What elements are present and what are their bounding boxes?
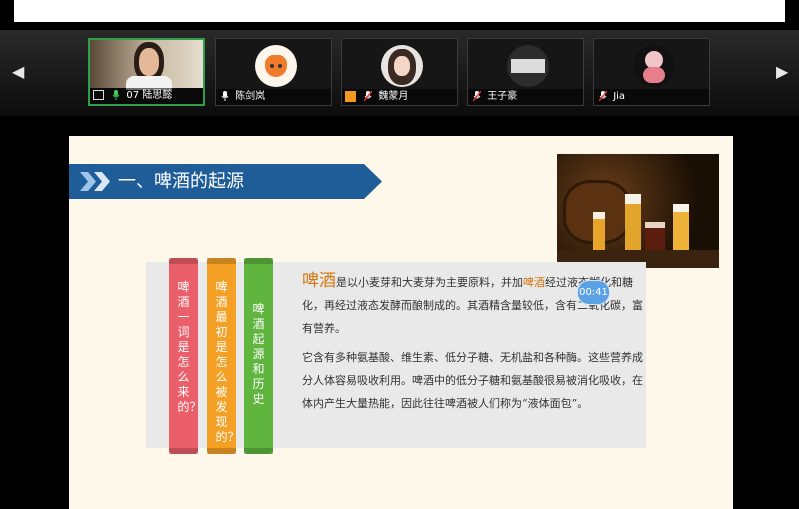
participant-tile[interactable]: 王子豪 [467, 38, 584, 106]
participant-tile[interactable]: Jia [593, 38, 710, 106]
participant-nameplate: 王子豪 [468, 89, 583, 105]
chevron-double-icon [80, 172, 110, 191]
participant-name: 魏蒙月 [378, 91, 409, 102]
screen-icon [93, 90, 104, 100]
profile-avatar [507, 45, 549, 87]
participant-name: 07 陆思懿 [126, 90, 173, 101]
beer-barrel-image [557, 154, 719, 268]
slide-title: 一、啤酒的起源 [118, 171, 244, 192]
participant-tile[interactable]: 陈剑岚 [215, 38, 332, 106]
mic-on-icon [112, 90, 120, 100]
video-feed [90, 40, 203, 90]
participant-name: 陈剑岚 [235, 91, 266, 102]
scroll-right-arrow-icon[interactable]: ▶ [776, 64, 788, 80]
mic-muted-icon [473, 91, 481, 101]
participant-tile[interactable]: 07 陆思懿 [88, 38, 205, 106]
participant-name: 王子豪 [487, 91, 518, 102]
profile-avatar [381, 45, 423, 87]
presentation-slide: 一、啤酒的起源 啤酒一词是怎么来的？ 啤酒最初是怎么被发现的？ 啤酒起源和历史 … [69, 136, 733, 509]
participant-nameplate: 07 陆思懿 [90, 88, 203, 104]
mic-muted-icon [364, 91, 373, 101]
tab-history[interactable]: 啤酒起源和历史 [244, 258, 273, 454]
participant-tile[interactable]: 魏蒙月 [341, 38, 458, 106]
paragraph-2: 它含有多种氨基酸、维生素、低分子糖、无机盐和各种酶。这些营养成分人体容易吸收利用… [302, 351, 643, 410]
participant-nameplate: 陈剑岚 [216, 89, 331, 105]
participant-name: Jia [613, 91, 626, 102]
profile-avatar [633, 45, 675, 87]
fox-avatar-icon [255, 45, 297, 87]
top-white-area [14, 0, 785, 22]
tab-name-origin[interactable]: 啤酒一词是怎么来的？ [169, 258, 202, 454]
participant-nameplate: Jia [594, 89, 709, 105]
participant-nameplate: 魏蒙月 [342, 89, 457, 105]
title-ribbon: 一、啤酒的起源 [69, 164, 382, 199]
top-bar [0, 0, 799, 30]
mic-icon [221, 91, 229, 101]
tab-discovery[interactable]: 啤酒最初是怎么被发现的？ [207, 258, 240, 454]
mic-muted-icon [599, 91, 607, 101]
user-icon [345, 90, 356, 102]
scroll-left-arrow-icon[interactable]: ◀ [12, 64, 24, 80]
timer-badge[interactable]: 00:41 [577, 280, 610, 305]
